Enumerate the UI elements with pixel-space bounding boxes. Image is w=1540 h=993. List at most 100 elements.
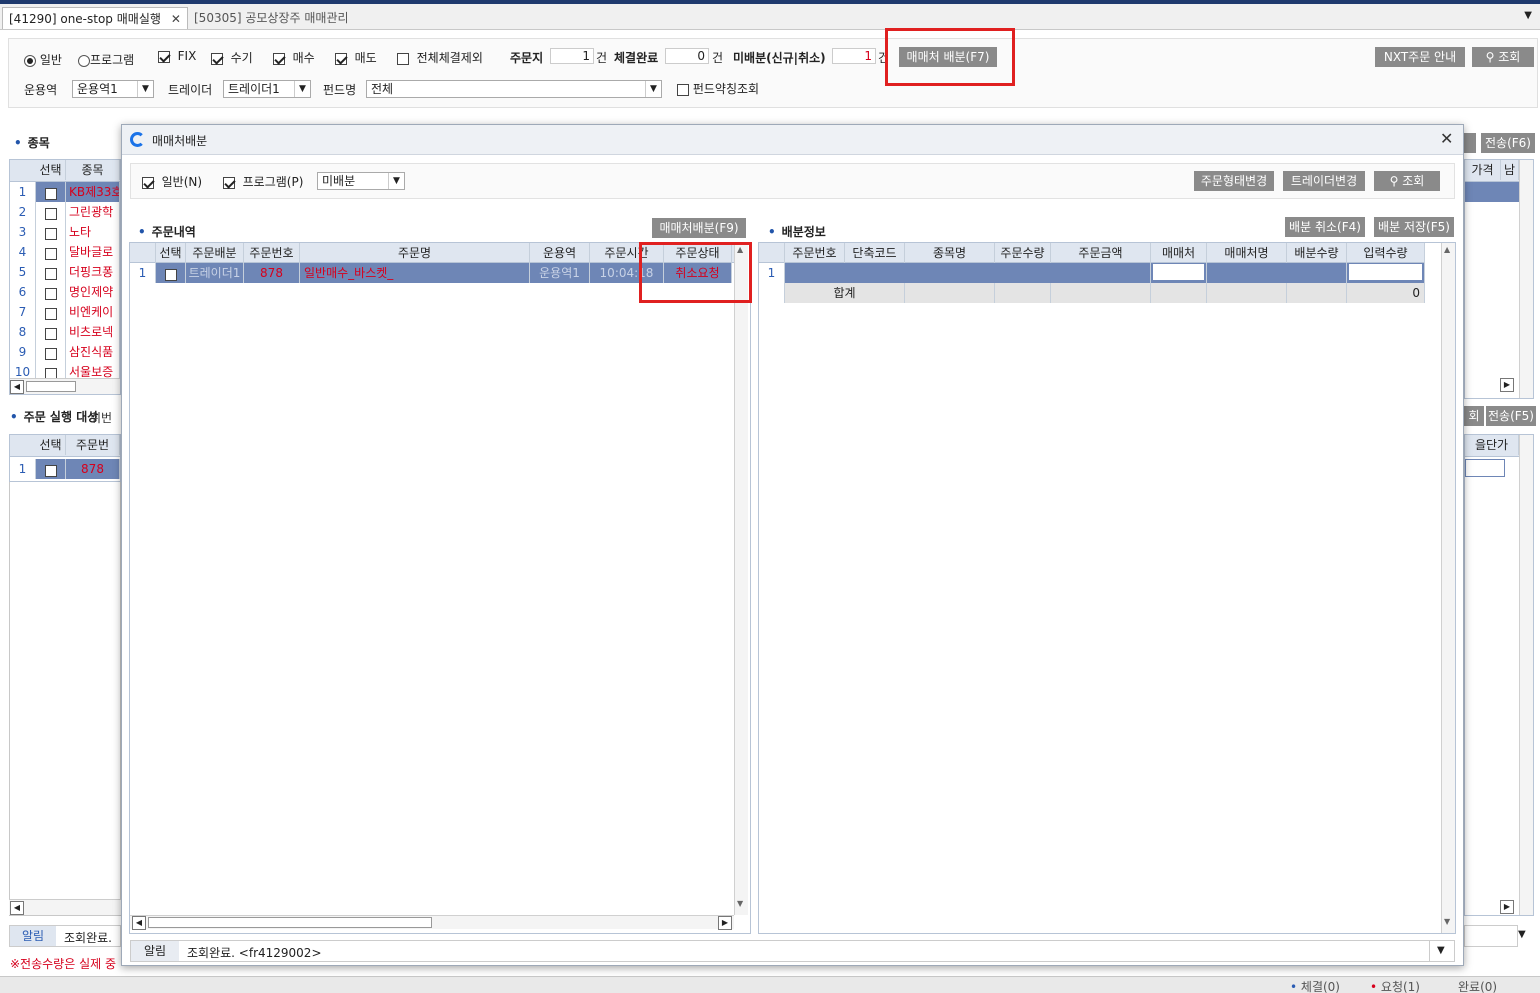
search-button[interactable]: ⚲ 조회 — [1472, 47, 1534, 67]
checkbox-manual[interactable]: 수기 — [211, 49, 253, 66]
order-type-change-button[interactable]: 주문형태변경 — [1194, 171, 1274, 191]
checkbox-icon[interactable] — [44, 328, 57, 340]
scroll-right-icon[interactable]: ▶ — [1500, 900, 1514, 914]
list-item[interactable]: 9 삼진식품 — [10, 342, 120, 362]
checkbox-fix[interactable]: FIX — [158, 49, 196, 63]
list-item[interactable]: 5 더핑크퐁 — [10, 262, 120, 282]
close-icon[interactable]: ✕ — [171, 12, 181, 26]
input-quantity-cell[interactable] — [1347, 263, 1425, 283]
horizontal-scrollbar[interactable]: ◀ ▶ — [130, 915, 734, 930]
scroll-left-icon[interactable]: ◀ — [132, 916, 146, 930]
nxt-order-info-button[interactable]: NXT주문 안내 — [1375, 47, 1465, 67]
trader-select[interactable]: 트레이더1 ▼ — [223, 80, 311, 98]
search-partial-button[interactable]: 회 — [1464, 406, 1484, 426]
allocate-f9-button[interactable]: 매매처배분(F9) — [652, 218, 746, 238]
row-select-cell[interactable] — [36, 242, 66, 262]
checkbox-fund-abbr[interactable]: 펀드약칭조회 — [677, 80, 759, 97]
scroll-left-icon[interactable]: ◀ — [10, 380, 24, 394]
horizontal-scrollbar[interactable]: ◀ — [10, 378, 120, 394]
tab-one-stop-trade[interactable]: [41290] one-stop 매매실행 ✕ — [2, 7, 188, 29]
checkbox-program[interactable]: 프로그램(P) — [223, 173, 303, 190]
table-row[interactable] — [1465, 182, 1519, 202]
list-item[interactable]: 3 노타 — [10, 222, 120, 242]
scroll-thumb[interactable] — [148, 917, 432, 928]
save-allocation-f5-button[interactable]: 배분 저장(F5) — [1374, 217, 1454, 237]
checkbox-icon — [677, 83, 689, 96]
operator-select[interactable]: 운용역1 ▼ — [72, 80, 154, 98]
scroll-right-icon[interactable]: ▶ — [718, 916, 732, 930]
scroll-up-icon[interactable]: ▲ — [1444, 245, 1450, 254]
list-item[interactable]: 7 비엔케이 — [10, 302, 120, 322]
list-item[interactable]: 1 KB제33호 — [10, 182, 120, 202]
checkbox-exclude-all-filled[interactable]: 전체체결제외 — [397, 49, 483, 66]
list-item[interactable]: 2 그린광학 — [10, 202, 120, 222]
dialog-title-bar[interactable]: 매매처배분 ✕ — [122, 125, 1463, 155]
total-value: 0 — [1347, 283, 1425, 303]
partial-button[interactable] — [1464, 133, 1476, 153]
close-icon[interactable]: ✕ — [1440, 129, 1453, 148]
table-row[interactable]: 1 — [759, 263, 1425, 283]
list-item[interactable]: 8 비츠로넥 — [10, 322, 120, 342]
row-select-cell[interactable] — [36, 282, 66, 302]
checkbox-icon[interactable] — [44, 248, 57, 260]
checkbox-icon[interactable] — [44, 208, 57, 220]
right-grid-header: 가격 남 — [1465, 160, 1519, 182]
checkbox-icon[interactable] — [44, 348, 57, 360]
broker-cell[interactable] — [1151, 263, 1207, 283]
unit-price-input[interactable] — [1465, 459, 1505, 477]
scroll-right-icon[interactable]: ▶ — [1500, 378, 1514, 392]
checkbox-general[interactable]: 일반(N) — [142, 173, 202, 190]
row-select-cell[interactable] — [36, 322, 66, 342]
scroll-down-icon[interactable]: ▼ — [1444, 917, 1450, 926]
row-select-cell[interactable] — [36, 262, 66, 282]
list-item[interactable]: 4 달바글로 — [10, 242, 120, 262]
checkbox-sell[interactable]: 매도 — [335, 49, 377, 66]
radio-program[interactable]: 프로그램 — [78, 51, 134, 68]
row-select-cell[interactable] — [36, 302, 66, 322]
checkbox-icon[interactable] — [44, 465, 57, 477]
trader-change-button[interactable]: 트레이더변경 — [1283, 171, 1365, 191]
col-order-number: 주문번호 — [244, 243, 300, 263]
cancel-allocation-f4-button[interactable]: 배분 취소(F4) — [1285, 217, 1365, 237]
scroll-down-icon[interactable]: ▼ — [737, 899, 743, 908]
checkbox-icon[interactable] — [44, 308, 57, 320]
table-row[interactable]: 1 878 — [10, 459, 120, 479]
checkbox-icon[interactable] — [44, 228, 57, 240]
chevron-down-icon[interactable]: ▼ — [1524, 10, 1532, 21]
item-name: 비엔케이 — [66, 302, 120, 322]
list-item[interactable]: 6 명인제약 — [10, 282, 120, 302]
radio-general[interactable]: 일반 — [24, 51, 62, 68]
fund-select[interactable]: 전체 ▼ — [366, 80, 662, 98]
checkbox-icon[interactable] — [44, 188, 57, 200]
vertical-scrollbar[interactable] — [1519, 435, 1533, 915]
scroll-thumb[interactable] — [26, 381, 76, 392]
row-select-cell[interactable] — [36, 182, 66, 202]
input-quantity-field[interactable] — [1349, 264, 1422, 280]
checkbox-icon[interactable] — [44, 268, 57, 280]
dialog-search-button[interactable]: ⚲ 조회 — [1374, 171, 1440, 191]
row-select-cell[interactable] — [36, 342, 66, 362]
items-grid-header: 선택 종목 — [10, 160, 120, 182]
broker-input[interactable] — [1153, 264, 1204, 280]
checkbox-icon[interactable] — [164, 269, 177, 281]
row-number: 9 — [10, 342, 36, 362]
horizontal-scrollbar[interactable]: ◀ — [9, 899, 121, 915]
allocation-status-select[interactable]: 미배분 ▼ — [317, 172, 405, 190]
chevron-down-icon[interactable]: ▼ — [1518, 929, 1526, 940]
tab-ipo-management[interactable]: [50305] 공모상장주 매매관리 — [188, 7, 355, 29]
checkbox-buy[interactable]: 매수 — [273, 49, 315, 66]
checkbox-icon — [158, 50, 170, 63]
send-f6-button[interactable]: 전송(F6) — [1481, 133, 1535, 153]
row-select-cell[interactable] — [36, 459, 66, 479]
vertical-scrollbar[interactable] — [1519, 160, 1533, 398]
chevron-down-icon[interactable]: ▼ — [1437, 945, 1445, 956]
vertical-scrollbar[interactable]: ▲ ▼ — [734, 243, 748, 915]
row-select-cell[interactable] — [156, 263, 186, 283]
total-cell — [1207, 283, 1287, 303]
send-f5-button[interactable]: 전송(F5) — [1486, 406, 1536, 426]
vertical-scrollbar[interactable]: ▲ ▼ — [1441, 243, 1455, 933]
row-select-cell[interactable] — [36, 202, 66, 222]
row-select-cell[interactable] — [36, 222, 66, 242]
checkbox-icon[interactable] — [44, 288, 57, 300]
scroll-left-icon[interactable]: ◀ — [10, 901, 24, 915]
